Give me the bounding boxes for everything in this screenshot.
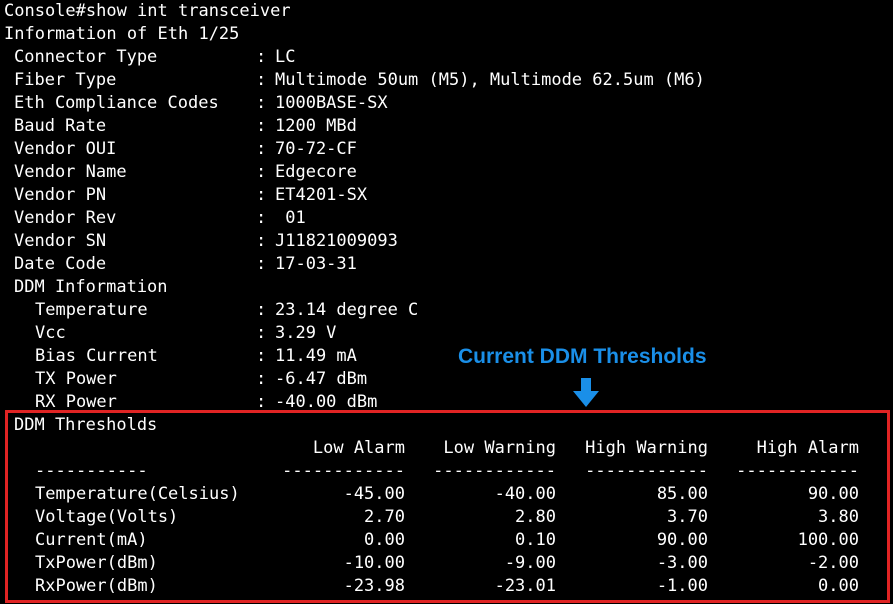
- field-value: 01: [275, 208, 306, 228]
- field-separator: :: [256, 116, 267, 136]
- threshold-cell: -2.00: [807, 553, 859, 573]
- field-label: Vendor Name: [14, 162, 127, 182]
- field-separator: :: [256, 47, 267, 67]
- threshold-column-header: High Warning: [585, 438, 708, 458]
- field-label: Eth Compliance Codes: [14, 93, 219, 113]
- field-separator: :: [256, 139, 267, 159]
- field-label: Vendor OUI: [14, 139, 117, 159]
- field-label: Connector Type: [14, 47, 158, 67]
- column-rule: ------------: [282, 461, 405, 481]
- threshold-cell: 90.00: [656, 530, 708, 550]
- field-separator: :: [256, 70, 267, 90]
- threshold-column-header: Low Warning: [443, 438, 556, 458]
- threshold-row-label: RxPower(dBm): [35, 576, 158, 596]
- threshold-cell: 2.70: [364, 507, 405, 527]
- info-row: Vendor Name: Edgecore: [0, 161, 893, 184]
- info-row: Baud Rate:1200 MBd: [0, 115, 893, 138]
- threshold-cell: 2.80: [515, 507, 556, 527]
- threshold-cell: -40.00: [494, 484, 556, 504]
- field-value: Multimode 50um (M5), Multimode 62.5um (M…: [275, 70, 705, 90]
- field-label: Bias Current: [35, 346, 158, 366]
- threshold-row-label: Temperature(Celsius): [35, 484, 240, 504]
- threshold-cell: -23.98: [343, 576, 405, 596]
- ddm-info-row: TX Power: -6.47 dBm: [0, 368, 893, 391]
- terminal-window[interactable]: Console#show int transceiver Information…: [0, 0, 893, 604]
- field-value: LC: [275, 47, 296, 67]
- threshold-row-label: Voltage(Volts): [35, 507, 179, 527]
- field-label: Temperature: [35, 300, 148, 320]
- field-label: TX Power: [35, 369, 117, 389]
- threshold-cell: -10.00: [343, 553, 405, 573]
- ddm-information-header: DDM Information: [14, 277, 168, 297]
- threshold-cell: -9.00: [504, 553, 556, 573]
- command-prompt-line: Console#show int transceiver: [4, 1, 291, 21]
- field-value: Edgecore: [275, 162, 357, 182]
- field-value: 70-72-CF: [275, 139, 357, 159]
- down-arrow-icon: [573, 378, 599, 407]
- field-separator: :: [256, 254, 267, 274]
- field-separator: :: [256, 323, 267, 343]
- field-value: J11821009093: [275, 231, 398, 251]
- field-label: Baud Rate: [14, 116, 107, 136]
- field-separator: :: [256, 185, 267, 205]
- info-row: Fiber Type: Multimode 50um (M5), Multimod…: [0, 69, 893, 92]
- field-label: Vcc: [35, 323, 66, 343]
- threshold-cell: 85.00: [656, 484, 708, 504]
- field-separator: :: [256, 208, 267, 228]
- field-value: 17-03-31: [275, 254, 357, 274]
- field-label: Vendor Rev: [14, 208, 117, 228]
- field-value: 1200 MBd: [275, 116, 357, 136]
- column-rule: ------------: [736, 461, 859, 481]
- threshold-cell: -3.00: [656, 553, 708, 573]
- info-row: Date Code:17-03-31: [0, 253, 893, 276]
- threshold-column-header: Low Alarm: [312, 438, 405, 458]
- threshold-cell: -23.01: [494, 576, 556, 596]
- column-rule: ------------: [433, 461, 556, 481]
- threshold-column-header: High Alarm: [756, 438, 859, 458]
- field-value: ET4201-SX: [275, 185, 368, 205]
- threshold-cell: 3.80: [818, 507, 859, 527]
- info-row: Connector Type: LC: [0, 46, 893, 69]
- field-value: -6.47 dBm: [275, 369, 368, 389]
- field-label: Vendor SN: [14, 231, 107, 251]
- field-separator: :: [256, 300, 267, 320]
- info-row: Vendor OUI:70-72-CF: [0, 138, 893, 161]
- threshold-cell: 90.00: [807, 484, 859, 504]
- threshold-cell: 3.70: [667, 507, 708, 527]
- threshold-row-label: TxPower(dBm): [35, 553, 158, 573]
- ddm-info-row: Vcc:3.29 V: [0, 322, 893, 345]
- field-value: 23.14 degree C: [275, 300, 419, 320]
- field-separator: :: [256, 93, 267, 113]
- threshold-cell: -45.00: [343, 484, 405, 504]
- current-ddm-thresholds-annotation: Current DDM Thresholds: [458, 345, 707, 368]
- field-value: 1000BASE-SX: [275, 93, 388, 113]
- threshold-row-label: Current(mA): [35, 530, 148, 550]
- ddm-info-row: Temperature:23.14 degree C: [0, 299, 893, 322]
- ddm-thresholds-header: DDM Thresholds: [14, 415, 158, 435]
- threshold-cell: 0.00: [364, 530, 405, 550]
- field-label: Vendor PN: [14, 185, 107, 205]
- info-row: Vendor Rev: 01: [0, 207, 893, 230]
- info-row: Eth Compliance Codes:1000BASE-SX: [0, 92, 893, 115]
- column-rule: ------------: [585, 461, 708, 481]
- field-separator: :: [256, 162, 267, 182]
- field-label: Date Code: [14, 254, 107, 274]
- threshold-cell: -1.00: [656, 576, 708, 596]
- threshold-cell: 100.00: [797, 530, 859, 550]
- threshold-cell: 0.00: [818, 576, 859, 596]
- field-separator: :: [256, 369, 267, 389]
- field-separator: :: [256, 346, 267, 366]
- info-row: Vendor PN: ET4201-SX: [0, 184, 893, 207]
- field-label: Fiber Type: [14, 70, 117, 90]
- label-rule: -----------: [35, 461, 148, 481]
- field-separator: :: [256, 231, 267, 251]
- ddm-info-row: Bias Current:11.49 mA: [0, 345, 893, 368]
- info-row: Vendor SN: J11821009093: [0, 230, 893, 253]
- field-value: 3.29 V: [275, 323, 337, 343]
- interface-header: Information of Eth 1/25: [4, 24, 240, 44]
- field-value: 11.49 mA: [275, 346, 357, 366]
- threshold-cell: 0.10: [515, 530, 556, 550]
